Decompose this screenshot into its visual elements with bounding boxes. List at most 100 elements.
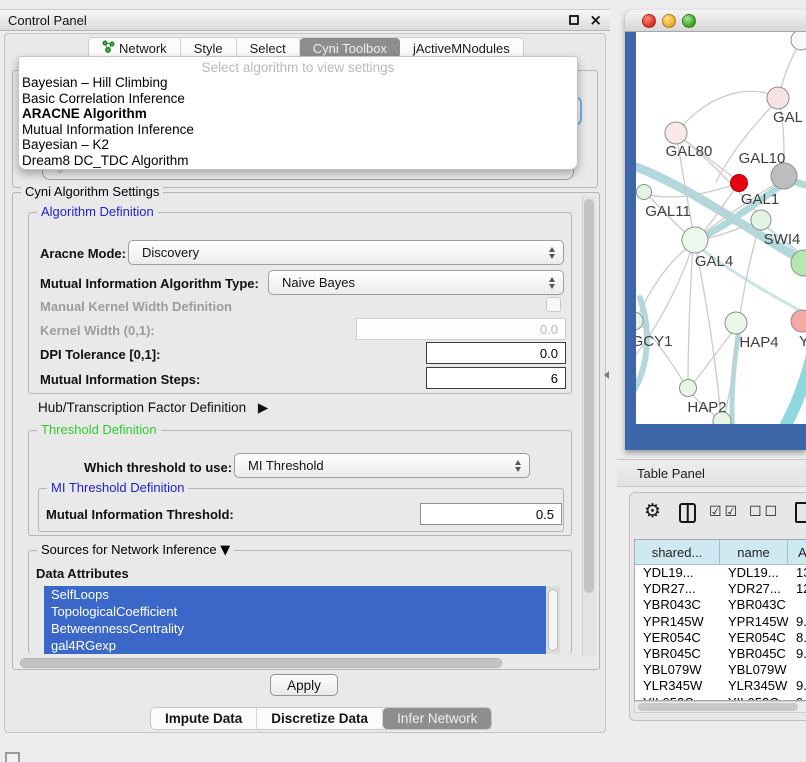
mi-steps-field[interactable]: 6 [426, 367, 566, 389]
kernel-width-field[interactable]: 0.0 [356, 318, 566, 340]
tab-label: Select [250, 41, 286, 56]
algorithm-definition-title: Algorithm Definition [37, 204, 158, 219]
network-node[interactable] [791, 32, 806, 50]
dropdown-item[interactable]: Dream8 DC_TDC Algorithm [19, 153, 577, 169]
tab-style[interactable]: Style [181, 38, 237, 58]
table-cell [788, 597, 806, 613]
manual-kernel-checkbox[interactable] [546, 297, 561, 312]
close-icon[interactable]: × [589, 11, 602, 29]
attr-list-scrollbar-thumb[interactable] [548, 589, 558, 651]
dropdown-item[interactable]: Bayesian – Hill Climbing [19, 75, 577, 91]
network-node-gal1[interactable] [751, 210, 771, 230]
table-cell: YER054C [720, 630, 788, 646]
dropdown-prompt: Select algorithm to view settings [19, 60, 577, 75]
dropdown-item[interactable]: ARACNE Algorithm [19, 106, 577, 122]
network-edge [716, 99, 779, 182]
dock-chip-icon[interactable] [5, 752, 20, 762]
node-label: GAL10 [739, 150, 786, 167]
table-row[interactable]: YDL19...YDL19...13 [635, 565, 806, 581]
node-label: Y [799, 333, 806, 350]
chevron-down-icon: ▼ [220, 543, 230, 558]
node-label: HAP4 [739, 334, 778, 351]
mi-steps-label: Mutual Information Steps: [40, 372, 200, 387]
attribute-list-item[interactable]: SelfLoops [44, 586, 546, 603]
tab-discretize-data[interactable]: Discretize Data [257, 708, 383, 729]
network-window-titlebar[interactable] [625, 10, 806, 32]
document-icon[interactable] [795, 502, 806, 523]
table-row[interactable]: YLR345WYLR345W9. [635, 678, 806, 694]
tab-label: Network [119, 41, 167, 56]
stepper-arrows-icon [549, 247, 555, 259]
network-node-gal[interactable] [767, 87, 789, 109]
table-row[interactable]: YBR043CYBR043C [635, 597, 806, 613]
mi-threshold-field[interactable]: 0.5 [420, 503, 562, 525]
chevron-right-icon: ▶ [258, 400, 268, 416]
tab-label: Style [194, 41, 223, 56]
attribute-list-item[interactable]: TopologicalCoefficient [44, 603, 546, 620]
table-cell: YDR27... [635, 581, 720, 597]
attribute-list-item[interactable]: BetweennessCentrality [44, 620, 546, 637]
network-node-hap4[interactable] [725, 312, 747, 334]
float-window-icon[interactable] [569, 15, 579, 25]
tab-network[interactable]: Network [89, 38, 181, 58]
table-hscrollbar-thumb[interactable] [638, 703, 798, 711]
aracne-mode-combo[interactable]: Discovery [128, 240, 564, 265]
network-canvas[interactable]: GALGAL80GAL10GAL1GAL11SWI4GAL4GCY1HAP4YH… [636, 32, 806, 424]
table-row[interactable]: YPR145WYPR145W9. [635, 614, 806, 630]
data-attributes-list[interactable]: SelfLoopsTopologicalCoefficientBetweenne… [44, 586, 546, 654]
table-hscrollbar[interactable] [634, 701, 806, 713]
dropdown-item[interactable]: Bayesian – K2 [19, 137, 577, 153]
tab-label: jActiveMNodules [413, 41, 510, 56]
dpi-tolerance-field[interactable]: 0.0 [426, 342, 566, 364]
dpi-tolerance-label: DPI Tolerance [0,1]: [40, 347, 160, 362]
table-row[interactable]: YER054CYER054C8. [635, 630, 806, 646]
dropdown-item[interactable]: Basic Correlation Inference [19, 91, 577, 107]
table-row[interactable]: YBL079WYBL079W [635, 662, 806, 678]
network-graph: GALGAL80GAL10GAL1GAL11SWI4GAL4GCY1HAP4YH… [636, 32, 806, 424]
table-cell: 9. [788, 646, 806, 662]
node-label: GAL [773, 109, 803, 126]
network-node-gal11[interactable] [637, 185, 652, 200]
tab-jactivemnodules[interactable]: jActiveMNodules [400, 38, 523, 58]
dropdown-item[interactable]: Mutual Information Inference [19, 122, 577, 138]
column-header[interactable]: name [720, 540, 788, 565]
sources-group-title[interactable]: Sources for Network Inference ▼ [37, 542, 234, 558]
checked-boxes-icon[interactable]: ☑☑ [709, 504, 740, 520]
table-cell: YBR043C [720, 597, 788, 613]
network-node-hap2[interactable] [680, 380, 697, 397]
dropdown-items: Bayesian – Hill ClimbingBasic Correlatio… [19, 75, 577, 169]
table-row[interactable]: YDR27...YDR27...12 [635, 581, 806, 597]
minimize-traffic-light-icon[interactable] [662, 14, 676, 28]
gear-icon[interactable]: ⚙ [644, 500, 661, 522]
table-cell: 13 [788, 565, 806, 581]
settings-hscrollbar-thumb[interactable] [20, 658, 502, 668]
table-cell: YDL19... [720, 565, 788, 581]
network-node-gal80[interactable] [665, 122, 687, 144]
mi-type-combo[interactable]: Naive Bayes [268, 270, 564, 295]
tab-impute-data[interactable]: Impute Data [151, 708, 257, 729]
table-row[interactable]: YBR045CYBR045C9. [635, 646, 806, 662]
split-view-icon[interactable] [679, 503, 696, 523]
apply-button[interactable]: Apply [270, 674, 338, 696]
which-threshold-combo[interactable]: MI Threshold [234, 453, 530, 478]
column-header[interactable]: A [788, 540, 806, 565]
attribute-list-item[interactable]: gal4RGexp [44, 637, 546, 654]
node-label: GAL4 [695, 253, 733, 270]
bottom-tabs: Impute DataDiscretize DataInfer Network [150, 707, 492, 730]
tab-infer-network[interactable]: Infer Network [383, 708, 491, 729]
unchecked-boxes-icon[interactable]: ☐☐ [749, 504, 780, 520]
hub-definition-expander[interactable]: Hub/Transcription Factor Definition ▶ [38, 400, 268, 416]
control-panel-title: Control Panel [8, 13, 87, 28]
close-traffic-light-icon[interactable] [642, 14, 656, 28]
column-header[interactable]: shared... [635, 540, 720, 565]
settings-vscrollbar-thumb[interactable] [584, 199, 594, 593]
zoom-traffic-light-icon[interactable] [682, 14, 696, 28]
table-cell: 9. [788, 678, 806, 694]
network-node-gal4[interactable] [682, 227, 708, 253]
panel-divider-arrow-icon[interactable] [604, 371, 609, 379]
tab-select[interactable]: Select [237, 38, 300, 58]
network-node-y[interactable] [791, 310, 806, 332]
tab-cyni-toolbox[interactable]: Cyni Toolbox [300, 38, 400, 58]
node-table[interactable]: shared...nameA YDL19...YDL19...13YDR27..… [634, 539, 806, 701]
network-node[interactable] [731, 175, 748, 192]
